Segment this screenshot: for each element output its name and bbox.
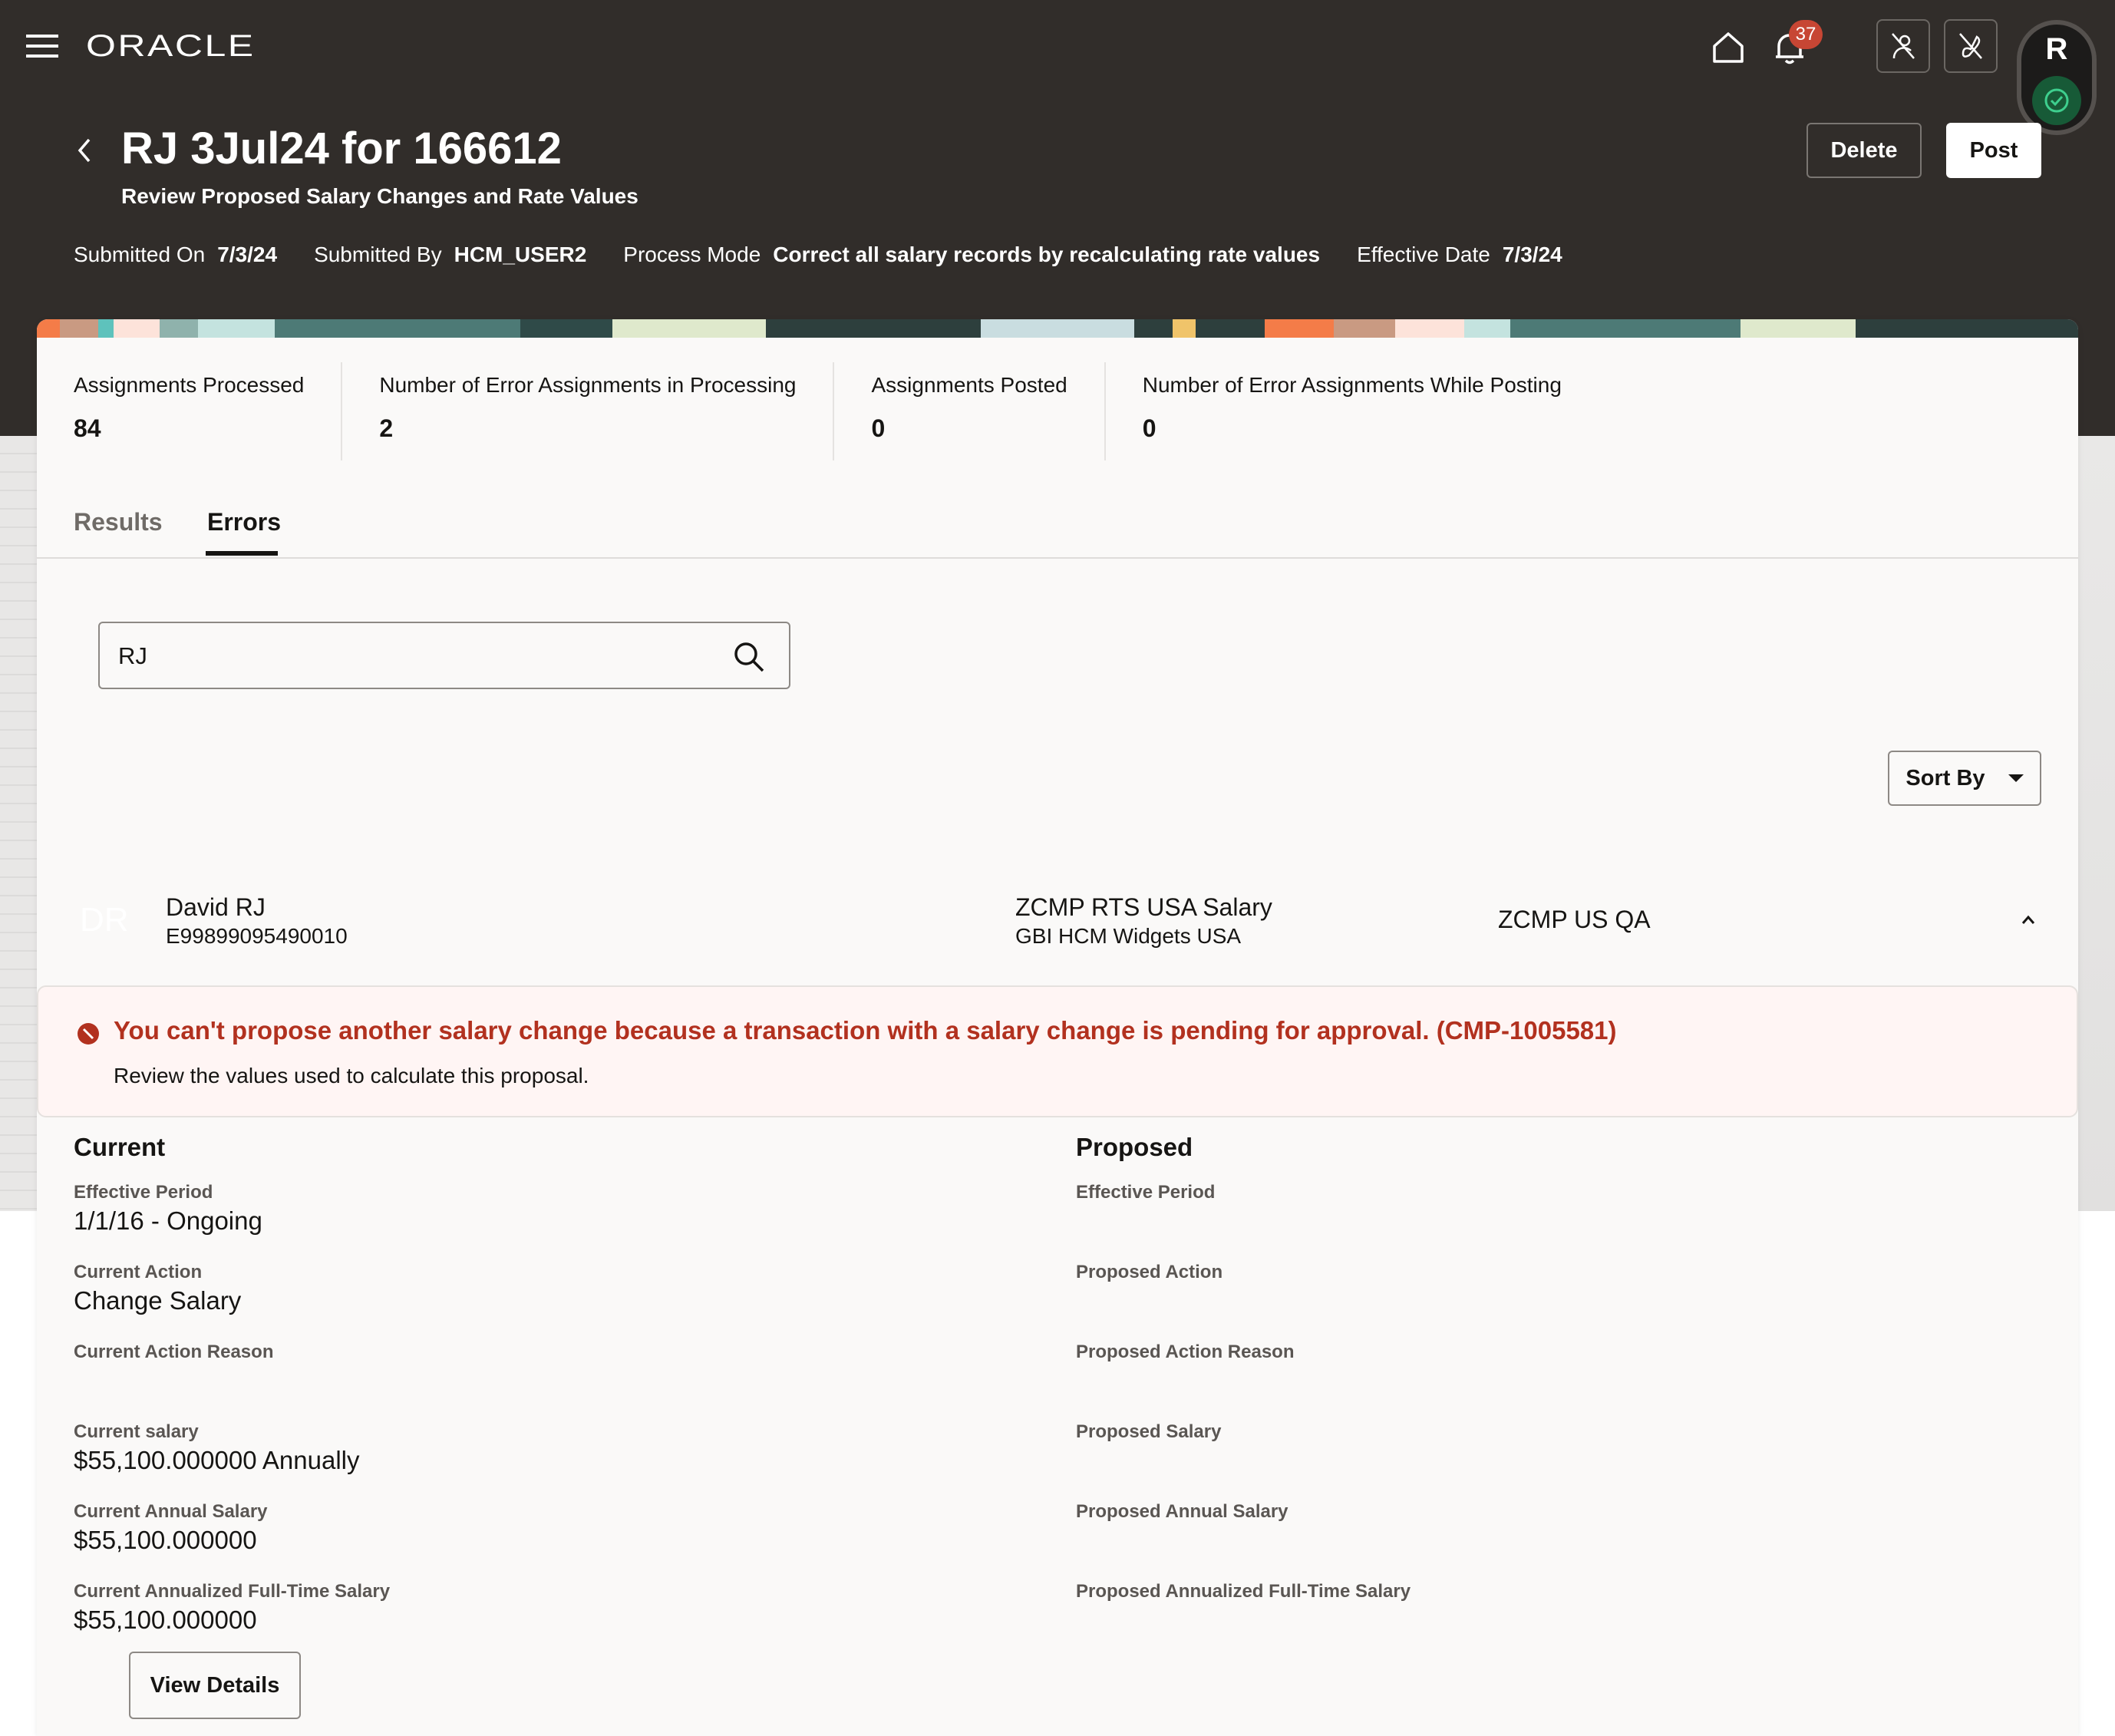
page-title: RJ 3Jul24 for 166612 [121, 124, 562, 173]
stat-assignments-posted: Assignments Posted 0 [834, 362, 1106, 460]
search-icon[interactable] [732, 640, 766, 674]
current-annual-salary: Current Annual Salary $55,100.000000 [74, 1501, 268, 1554]
current-annualized-salary: Current Annualized Full-Time Salary $55,1… [74, 1581, 391, 1634]
access-off-button[interactable] [1876, 19, 1930, 73]
decorative-banner [37, 319, 2078, 338]
error-message: You can't propose another salary change … [37, 985, 2078, 1117]
check-circle-icon [2032, 76, 2081, 125]
meta-process-mode: Process Mode Correct all salary records b… [623, 243, 1321, 266]
search-field[interactable] [98, 622, 790, 689]
meta-effective-date: Effective Date 7/3/24 [1357, 243, 1562, 266]
current-effective-period: Effective Period 1/1/16 - Ongoing [74, 1182, 262, 1235]
proposed-section: Proposed Effective Period Proposed Actio… [1076, 1117, 1411, 1661]
post-button[interactable]: Post [1946, 123, 2041, 178]
main-card: Assignments Processed 84 Number of Error … [37, 319, 2078, 1736]
back-button[interactable] [72, 135, 95, 166]
notification-badge: 37 [1789, 20, 1823, 49]
stat-errors-processing: Number of Error Assignments in Processin… [342, 362, 835, 460]
employee-name: David RJ [166, 893, 266, 921]
sort-by-label: Sort By [1905, 765, 1985, 790]
view-details-button[interactable]: View Details [129, 1652, 301, 1719]
current-salary: Current salary $55,100.000000 Annually [74, 1421, 360, 1474]
right-decoration [2078, 436, 2115, 1211]
proposed-action: Proposed Action [1076, 1262, 1223, 1282]
left-background [0, 1211, 37, 1736]
stat-assignments-processed: Assignments Processed 84 [37, 362, 343, 460]
current-section: Current Effective Period 1/1/16 - Ongoing… [74, 1117, 390, 1661]
edit-off-button[interactable] [1944, 19, 1998, 73]
chevron-up-icon[interactable] [2017, 909, 2040, 932]
menu-icon[interactable] [26, 35, 58, 58]
page-subtitle: Review Proposed Salary Changes and Rate … [121, 184, 638, 208]
avatar: DR [80, 901, 129, 939]
error-title: You can't propose another salary change … [114, 1016, 1617, 1045]
chevron-left-icon [78, 138, 91, 163]
proposed-annualized-salary: Proposed Annualized Full-Time Salary [1076, 1581, 1411, 1602]
tab-errors[interactable]: Errors [207, 508, 281, 536]
active-tab-indicator [206, 551, 278, 556]
current-heading: Current [74, 1133, 166, 1161]
list-item[interactable]: DR David RJ E99899095490010 ZCMP RTS USA… [37, 869, 2078, 984]
error-subtitle: Review the values used to calculate this… [114, 1064, 589, 1087]
meta-submitted-on: Submitted On 7/3/24 [74, 243, 278, 266]
user-off-icon [1892, 33, 1915, 59]
proposed-action-reason: Proposed Action Reason [1076, 1342, 1295, 1362]
stats-row: Assignments Processed 84 Number of Error … [37, 362, 1599, 470]
assistant-icon: R [2045, 32, 2068, 66]
home-icon[interactable] [1707, 26, 1750, 69]
pen-off-icon [1959, 33, 1982, 59]
caret-down-icon [2008, 774, 2024, 782]
group-name: ZCMP US QA [1498, 906, 1651, 933]
search-input[interactable] [118, 637, 717, 675]
plan-organization: GBI HCM Widgets USA [1015, 924, 1242, 948]
proposed-annual-salary: Proposed Annual Salary [1076, 1501, 1288, 1522]
employee-id: E99899095490010 [166, 924, 348, 948]
meta-submitted-by: Submitted By HCM_USER2 [314, 243, 587, 266]
error-icon [78, 1023, 99, 1045]
current-action: Current Action Change Salary [74, 1262, 242, 1315]
right-background [2078, 1211, 2115, 1736]
oracle-logo[interactable]: ORACLE [86, 29, 256, 64]
proposed-salary: Proposed Salary [1076, 1421, 1222, 1442]
assistant-widget[interactable]: R [2017, 20, 2097, 135]
tab-results[interactable]: Results [74, 508, 163, 536]
delete-button[interactable]: Delete [1806, 123, 1922, 178]
sort-by-button[interactable]: Sort By [1888, 751, 2041, 806]
metadata-row: Submitted On 7/3/24 Submitted By HCM_USER2… [74, 243, 1562, 267]
left-decoration [0, 436, 37, 1211]
stat-errors-posting: Number of Error Assignments While Postin… [1142, 373, 1562, 442]
plan-name: ZCMP RTS USA Salary [1015, 893, 1272, 921]
proposed-heading: Proposed [1076, 1133, 1193, 1161]
current-action-reason: Current Action Reason [74, 1342, 274, 1362]
tab-bar: Results Errors [37, 493, 2078, 559]
proposed-effective-period: Effective Period [1076, 1182, 1216, 1203]
